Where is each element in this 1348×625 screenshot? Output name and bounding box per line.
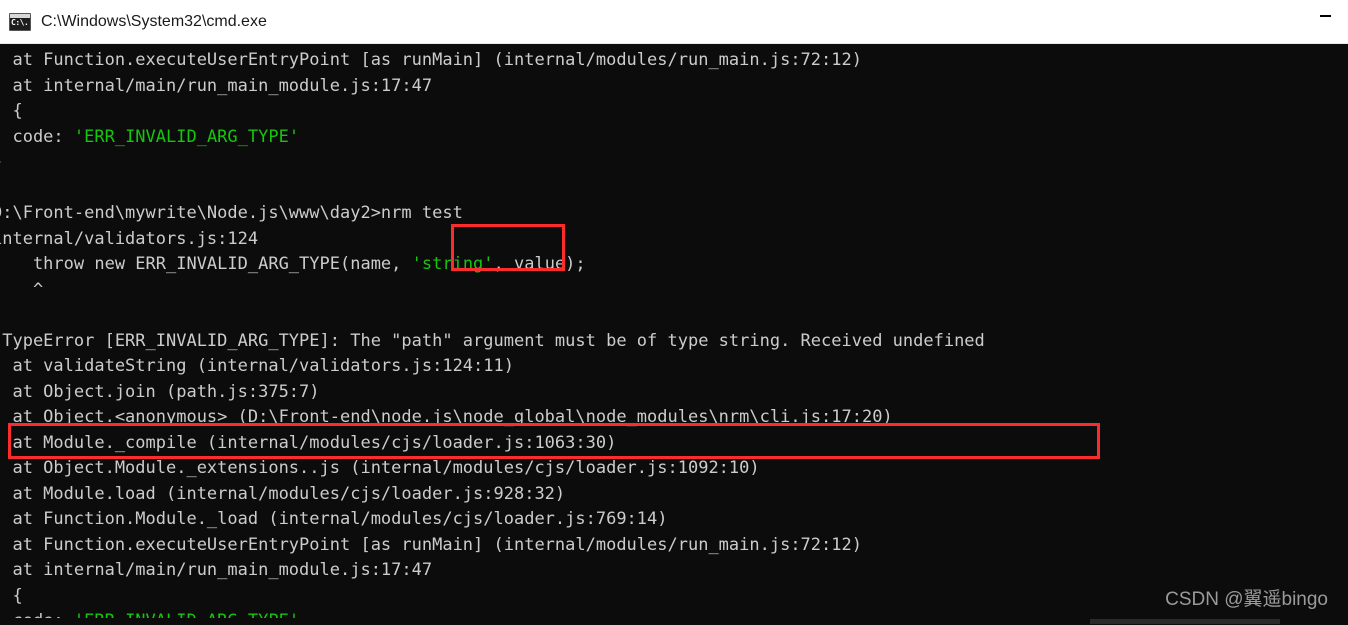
scrollbar-thumb[interactable] [1090, 619, 1280, 624]
title-bar: C:\. C:\Windows\System32\cmd.exe [0, 0, 1348, 44]
cmd-window: C:\. C:\Windows\System32\cmd.exe at Func… [0, 0, 1348, 625]
terminal-output-area[interactable]: at Function.executeUserEntryPoint [as ru… [0, 44, 1348, 625]
window-title: C:\Windows\System32\cmd.exe [41, 12, 267, 30]
watermark: CSDN @翼遥bingo [1165, 589, 1328, 610]
minimize-button[interactable] [1302, 0, 1348, 32]
horizontal-scrollbar[interactable] [0, 618, 1348, 625]
console-text: at Function.executeUserEntryPoint [as ru… [0, 50, 985, 625]
cmd-icon-glyph: C:\. [11, 17, 29, 27]
cmd-icon: C:\. [9, 12, 31, 31]
minimize-icon [1319, 14, 1331, 17]
window-controls [1302, 0, 1348, 44]
